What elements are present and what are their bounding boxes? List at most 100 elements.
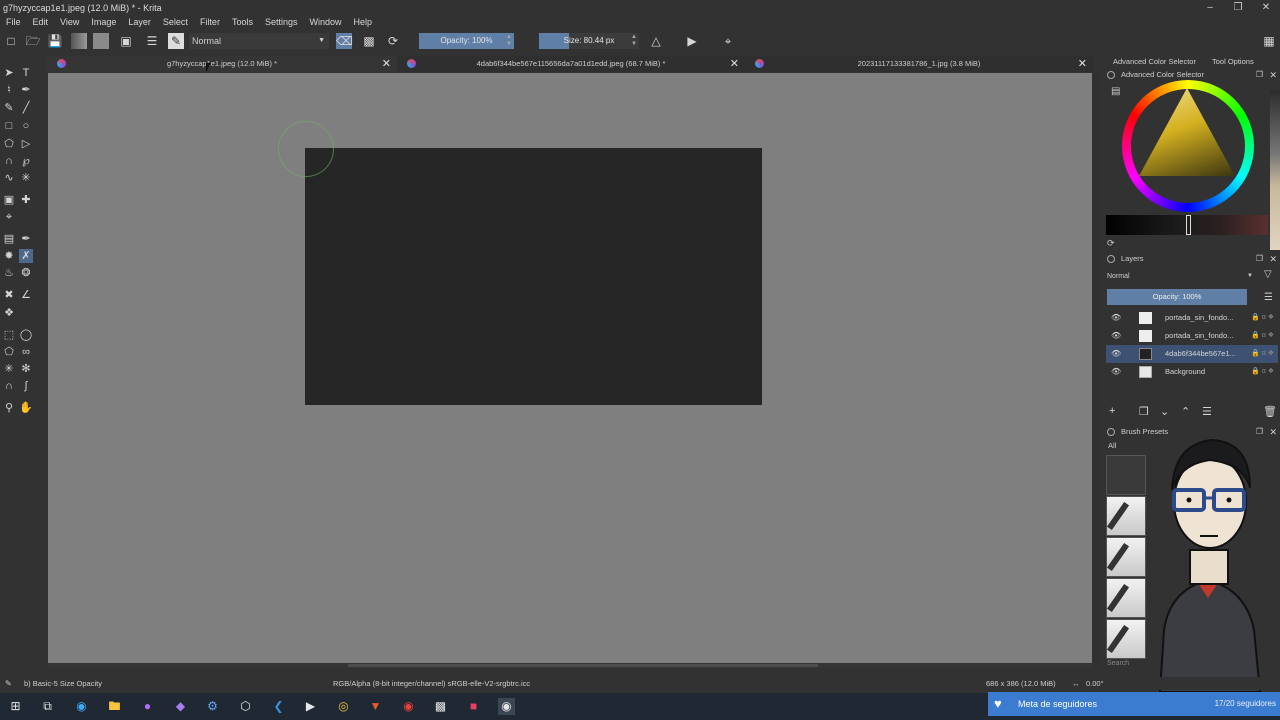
- color-picker-icon[interactable]: ✒: [19, 232, 33, 246]
- spin-arrows-icon[interactable]: ▲ ▼: [631, 34, 637, 48]
- reload-preset-icon[interactable]: ⟳: [385, 33, 401, 49]
- settings-gear-icon[interactable]: ⚙: [204, 698, 221, 715]
- menu-edit[interactable]: Edit: [27, 17, 55, 27]
- filter-icon[interactable]: ▽: [1264, 269, 1272, 280]
- move-tool-icon[interactable]: ✚: [19, 193, 33, 207]
- refresh-icon[interactable]: ⟳: [1107, 238, 1115, 249]
- menu-filter[interactable]: Filter: [194, 17, 226, 27]
- crop-tool-icon[interactable]: ⌖: [2, 210, 16, 224]
- canvas-area[interactable]: [48, 73, 1092, 663]
- workspace-icon[interactable]: ▦: [1261, 33, 1277, 49]
- select-shape-icon[interactable]: ➤: [2, 66, 16, 80]
- polygon-select-icon[interactable]: ⬠: [2, 345, 16, 359]
- move-layer-down-icon[interactable]: ⌄: [1160, 405, 1169, 418]
- fill-tool-icon[interactable]: ♨: [2, 266, 16, 280]
- krita-taskbar-icon[interactable]: ◉: [498, 698, 515, 715]
- chrome-icon[interactable]: ◎: [335, 698, 352, 715]
- close-icon[interactable]: ✕: [730, 56, 739, 72]
- brush-search-field[interactable]: Search: [1107, 660, 1129, 667]
- scrollbar-thumb[interactable]: [348, 664, 818, 667]
- fg-bg-color-icon[interactable]: ▣: [118, 33, 134, 49]
- color-model-status[interactable]: RGB/Alpha (8-bit integer/channel) sRGB-e…: [333, 677, 530, 690]
- app-red-icon[interactable]: ■: [465, 698, 482, 715]
- similar-select-icon[interactable]: ✻: [19, 362, 33, 376]
- cube-icon[interactable]: ⬡: [237, 698, 254, 715]
- reference-tool-icon[interactable]: ❖: [2, 306, 16, 320]
- close-icon[interactable]: ✕: [1269, 426, 1277, 438]
- bezier-select-icon[interactable]: ∩: [2, 379, 16, 393]
- pan-tool-icon[interactable]: ✋: [19, 401, 33, 415]
- layer-item-selected[interactable]: 👁 4dab6f344be567e1... 🔒 α ❖: [1106, 345, 1278, 363]
- media-icon[interactable]: ▶: [302, 698, 319, 715]
- visibility-eye-icon[interactable]: 👁: [1111, 345, 1121, 363]
- brush-preset-icon[interactable]: ✎: [168, 33, 184, 49]
- task-view-icon[interactable]: ⧉: [39, 698, 56, 715]
- windows-start-icon[interactable]: ⊞: [7, 698, 24, 715]
- menu-tools[interactable]: Tools: [226, 17, 259, 27]
- screen-capture-icon[interactable]: ◉: [400, 698, 417, 715]
- visibility-eye-icon[interactable]: 👁: [1111, 309, 1121, 327]
- open-document-icon[interactable]: 🗁: [25, 33, 41, 49]
- color-settings-icon[interactable]: ▤: [1111, 86, 1120, 97]
- text-tool-icon[interactable]: T: [19, 66, 33, 80]
- visibility-eye-icon[interactable]: 👁: [1111, 363, 1121, 381]
- freehand-select-icon[interactable]: ∞: [19, 345, 33, 359]
- menu-image[interactable]: Image: [85, 17, 122, 27]
- close-icon[interactable]: ✕: [1078, 56, 1087, 72]
- shade-selector[interactable]: [1106, 215, 1268, 235]
- layer-item[interactable]: 👁 portada_sin_fondo... 🔒 α ❖: [1106, 309, 1278, 327]
- close-icon[interactable]: ✕: [1252, 0, 1280, 15]
- mirror-vertical-icon[interactable]: ▶: [684, 33, 700, 49]
- float-docker-icon[interactable]: ❐: [1256, 253, 1263, 265]
- layer-properties-icon[interactable]: ☰: [1202, 405, 1212, 418]
- bezier-tool-icon[interactable]: ∩: [2, 154, 16, 168]
- layer-lock-icon[interactable]: 🔒 α ❖: [1251, 363, 1274, 381]
- brush-preset-item[interactable]: [1106, 496, 1146, 536]
- close-icon[interactable]: ✕: [1269, 69, 1277, 81]
- save-document-icon[interactable]: 💾: [47, 33, 63, 49]
- vscode-icon[interactable]: ❮: [270, 698, 287, 715]
- duplicate-layer-icon[interactable]: ❐: [1139, 405, 1149, 418]
- size-slider[interactable]: Size: 80.44 px ▲ ▼: [539, 33, 639, 49]
- brave-icon[interactable]: ▼: [367, 698, 384, 715]
- eraser-mode-icon[interactable]: ⌫: [336, 33, 353, 49]
- menu-settings[interactable]: Settings: [259, 17, 304, 27]
- gradient-swatch-icon[interactable]: [71, 33, 87, 49]
- tab-document-1[interactable]: g7hyzyccap1e1.jpeg (12.0 MiB) * ✕: [47, 56, 397, 72]
- measure-tool-icon[interactable]: ∠: [19, 288, 33, 302]
- layer-lock-icon[interactable]: 🔒 α ❖: [1251, 309, 1274, 327]
- add-layer-icon[interactable]: +: [1109, 405, 1115, 417]
- gradient-tool-icon[interactable]: ▤: [2, 232, 16, 246]
- horizontal-scrollbar[interactable]: [48, 663, 1092, 668]
- preserve-alpha-icon[interactable]: ▩: [361, 33, 377, 49]
- spin-arrows-icon[interactable]: ▲ ▼: [506, 34, 512, 48]
- mirror-horizontal-icon[interactable]: △: [648, 33, 664, 49]
- assistant-tool-icon[interactable]: ✗: [19, 249, 33, 263]
- edit-shapes-icon[interactable]: ♮: [2, 83, 16, 97]
- dynamic-brush-icon[interactable]: ∿: [2, 171, 16, 185]
- layer-lock-icon[interactable]: 🔒 α ❖: [1251, 327, 1274, 345]
- terminal-icon[interactable]: ▩: [432, 698, 449, 715]
- menu-file[interactable]: File: [0, 17, 27, 27]
- rect-select-icon[interactable]: ⬚: [2, 328, 16, 342]
- ellipse-tool-icon[interactable]: ○: [19, 119, 33, 133]
- menu-window[interactable]: Window: [303, 17, 347, 27]
- tab-tool-options[interactable]: Tool Options: [1212, 56, 1254, 68]
- layer-lock-icon[interactable]: 🔒 α ❖: [1251, 345, 1274, 363]
- tab-document-3[interactable]: 20231117133381786_1.jpg (3.8 MiB) ✕: [745, 56, 1093, 72]
- blend-mode-select[interactable]: Normal ▼: [189, 33, 329, 49]
- brush-preset-item[interactable]: [1106, 619, 1146, 659]
- document-canvas[interactable]: [305, 148, 762, 405]
- menu-layer[interactable]: Layer: [122, 17, 157, 27]
- menu-select[interactable]: Select: [157, 17, 194, 27]
- calligraphy-icon[interactable]: ✒: [19, 83, 33, 97]
- brush-preset-item[interactable]: [1106, 455, 1146, 495]
- polygon-tool-icon[interactable]: ⬠: [2, 137, 16, 151]
- rotation-status[interactable]: 0.00°: [1086, 677, 1104, 690]
- docker-lock-icon[interactable]: [1107, 255, 1115, 263]
- tab-document-2[interactable]: 4dab6f344be567e115656da7a01d1edd.jpeg (6…: [397, 56, 745, 72]
- assistant-icon[interactable]: ✖: [2, 288, 16, 302]
- transform-tool-icon[interactable]: ▣: [2, 193, 16, 207]
- brush-preset-item[interactable]: [1106, 537, 1146, 577]
- color-history-swatches[interactable]: [1270, 90, 1280, 250]
